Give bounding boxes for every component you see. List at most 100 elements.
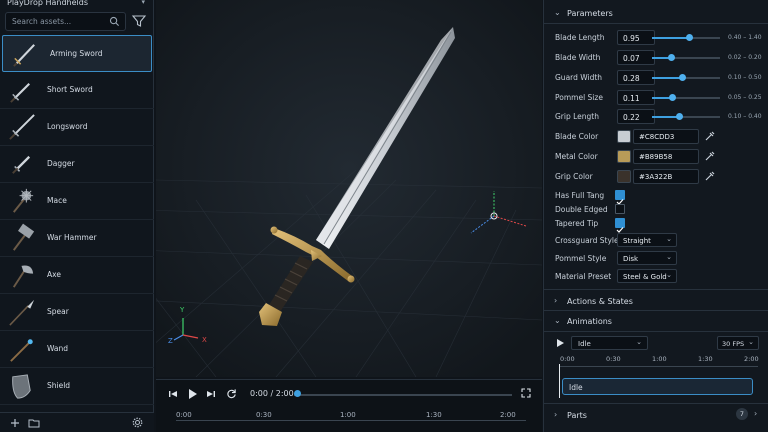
asset-item-label: Wand: [47, 344, 69, 353]
asset-item-spear[interactable]: Spear: [0, 294, 154, 331]
loop-icon[interactable]: [226, 388, 237, 399]
pommel-style-select[interactable]: Disk ⌄: [617, 251, 677, 265]
folder-icon[interactable]: [28, 418, 40, 428]
timecode: 0:00 / 2:00: [250, 389, 294, 398]
chevron-down-icon[interactable]: ▾: [141, 0, 145, 6]
chevron-down-icon: ⌄: [636, 338, 642, 346]
slider-fill: [652, 37, 690, 39]
fps-select[interactable]: 30 FPS ⌄: [717, 336, 759, 350]
param-label: Metal Color: [555, 152, 598, 161]
hex-input[interactable]: #C8CDD3: [633, 129, 699, 144]
timeline-ruler[interactable]: [176, 420, 526, 421]
section-actions-states[interactable]: › Actions & States: [544, 289, 768, 311]
search-icon[interactable]: [109, 16, 120, 27]
crossguard-style-select[interactable]: Straight ⌄: [617, 233, 677, 247]
tapered-tip-checkbox[interactable]: [615, 218, 625, 233]
slider-handle[interactable]: [679, 74, 687, 81]
pommel-style-row: Pommel Style Disk ⌄: [555, 251, 765, 267]
slider-handle[interactable]: [667, 54, 675, 61]
color-swatch[interactable]: [617, 130, 631, 143]
slider-handle[interactable]: [685, 34, 693, 41]
param-label: Pommel Size: [555, 93, 603, 102]
3d-viewport[interactable]: Y X Z: [156, 0, 542, 377]
add-icon[interactable]: [10, 418, 20, 428]
eyedropper-icon[interactable]: [703, 169, 717, 183]
select-value: Disk: [623, 255, 639, 263]
search-input[interactable]: Search assets...: [5, 12, 126, 31]
spear-icon: [9, 299, 35, 326]
play-icon[interactable]: [556, 338, 565, 348]
hex-input[interactable]: #B89B58: [633, 149, 699, 164]
skip-forward-icon[interactable]: [206, 389, 216, 399]
double-edged-checkbox[interactable]: [615, 204, 625, 214]
slider-handle[interactable]: [668, 94, 676, 101]
range-sep: –: [743, 34, 747, 41]
sidebar-footer: [0, 412, 154, 432]
animation-clip-select[interactable]: Idle ⌄: [571, 336, 648, 350]
hex-input[interactable]: #3A322B: [633, 169, 699, 184]
param-label: Has Full Tang: [555, 191, 605, 200]
filter-icon[interactable]: [131, 14, 147, 28]
range-max: 0.20: [748, 54, 762, 61]
inspector-panel: ⌄ Parameters Blade Length 0.95 0.40 – 1.40…: [543, 0, 768, 432]
range-sep: –: [743, 113, 747, 120]
param-range: 0.10 – 0.50: [728, 74, 762, 81]
asset-item-war-hammer[interactable]: War Hammer: [0, 220, 154, 257]
asset-item-longsword[interactable]: Longsword: [0, 109, 154, 146]
asset-item-label: Axe: [47, 270, 61, 279]
asset-item-dagger[interactable]: Dagger: [0, 146, 154, 183]
param-slider[interactable]: [652, 94, 720, 101]
param-slider[interactable]: [652, 54, 720, 61]
param-slider[interactable]: [652, 113, 720, 120]
select-value: Straight: [623, 237, 651, 245]
fullscreen-icon[interactable]: [521, 388, 531, 398]
slider-fill: [652, 77, 683, 79]
param-label: Crossguard Style: [555, 236, 619, 245]
play-icon[interactable]: [187, 388, 198, 400]
asset-item-shield[interactable]: Shield: [0, 368, 154, 405]
sword-icon: [13, 44, 35, 67]
eyedropper-icon[interactable]: [703, 149, 717, 163]
chevron-right-icon[interactable]: ›: [754, 409, 757, 418]
anim-ruler[interactable]: [560, 366, 758, 367]
color-swatch[interactable]: [617, 150, 631, 163]
range-min: 0.40: [728, 34, 742, 41]
asset-item-wand[interactable]: Wand: [0, 331, 154, 368]
skip-back-icon[interactable]: [168, 389, 178, 399]
crossguard-style-row: Crossguard Style Straight ⌄: [555, 233, 765, 249]
asset-item-short-sword[interactable]: Short Sword: [0, 72, 154, 109]
ruler-label: 0:00: [176, 411, 192, 419]
section-parts[interactable]: › Parts: [544, 403, 768, 425]
color-swatch[interactable]: [617, 170, 631, 183]
asset-item-arming-sword[interactable]: Arming Sword: [2, 35, 152, 72]
section-animations[interactable]: ⌄ Animations: [544, 310, 768, 332]
param-label: Tapered Tip: [555, 219, 599, 228]
slider-handle[interactable]: [675, 113, 683, 120]
param-label: Grip Length: [555, 112, 599, 121]
full-tang-checkbox[interactable]: [615, 190, 625, 205]
section-parameters[interactable]: ⌄ Parameters: [544, 2, 768, 24]
gear-icon[interactable]: [132, 417, 143, 428]
anim-playhead[interactable]: [559, 364, 560, 398]
material-preset-select[interactable]: Steel & Gold ⌄: [617, 269, 677, 283]
scrub-track[interactable]: [294, 394, 512, 396]
asset-item-axe[interactable]: Axe: [0, 257, 154, 294]
clip-label: Idle: [569, 383, 583, 392]
anim-ruler-label: 0:00: [560, 355, 575, 363]
param-value-input[interactable]: 0.11: [617, 90, 655, 105]
animation-clip-block[interactable]: Idle: [562, 378, 753, 395]
param-slider[interactable]: [652, 74, 720, 81]
param-value-input[interactable]: 0.95: [617, 30, 655, 45]
eyedropper-icon[interactable]: [703, 129, 717, 143]
param-slider[interactable]: [652, 34, 720, 41]
short-sword-icon: [10, 82, 31, 103]
scrub-handle[interactable]: [294, 390, 301, 397]
timeline-bar: 0:00 / 2:00 0:00 0:30 1:00 1:30 2:00: [156, 379, 542, 432]
param-value-input[interactable]: 0.28: [617, 70, 655, 85]
axe-icon: [12, 265, 34, 288]
param-value-input[interactable]: 0.07: [617, 50, 655, 65]
param-label: Double Edged: [555, 205, 608, 214]
param-value-input[interactable]: 0.22: [617, 109, 655, 124]
param-label: Pommel Style: [555, 254, 607, 263]
asset-item-mace[interactable]: Mace: [0, 183, 154, 220]
